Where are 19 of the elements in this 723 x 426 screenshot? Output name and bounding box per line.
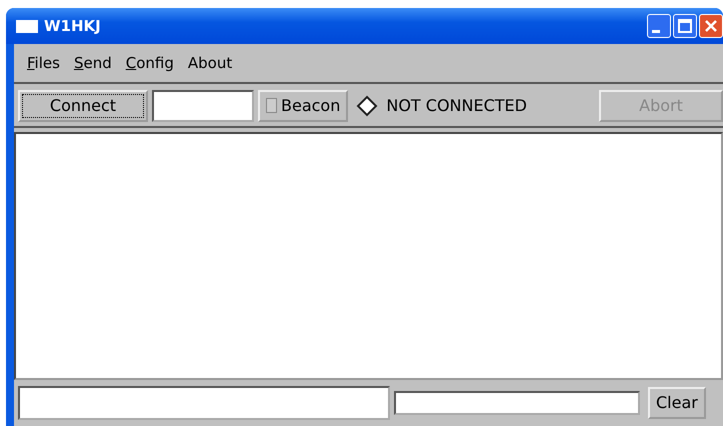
close-button[interactable] (699, 14, 723, 38)
menu-item[interactable]: Send (66, 52, 119, 74)
window-title: W1HKJ (44, 16, 101, 37)
window-icon (16, 18, 38, 34)
close-icon (704, 19, 718, 33)
clear-button[interactable]: Clear (648, 387, 706, 419)
menu-item[interactable]: Files (20, 52, 67, 74)
connection-status: NOT CONNECTED (386, 95, 527, 117)
minimize-icon (652, 30, 660, 32)
connect-button[interactable]: Connect (18, 90, 148, 122)
maximize-button[interactable] (673, 14, 697, 38)
call-field[interactable] (152, 90, 254, 122)
menu-item[interactable]: Config (118, 52, 181, 74)
minimize-button[interactable] (647, 14, 671, 38)
status-field[interactable] (394, 391, 640, 415)
menu-item[interactable]: About (180, 52, 240, 74)
text-input-field[interactable] (18, 386, 390, 420)
maximize-icon (678, 19, 692, 33)
beacon-toggle[interactable]: Beacon (258, 90, 348, 122)
